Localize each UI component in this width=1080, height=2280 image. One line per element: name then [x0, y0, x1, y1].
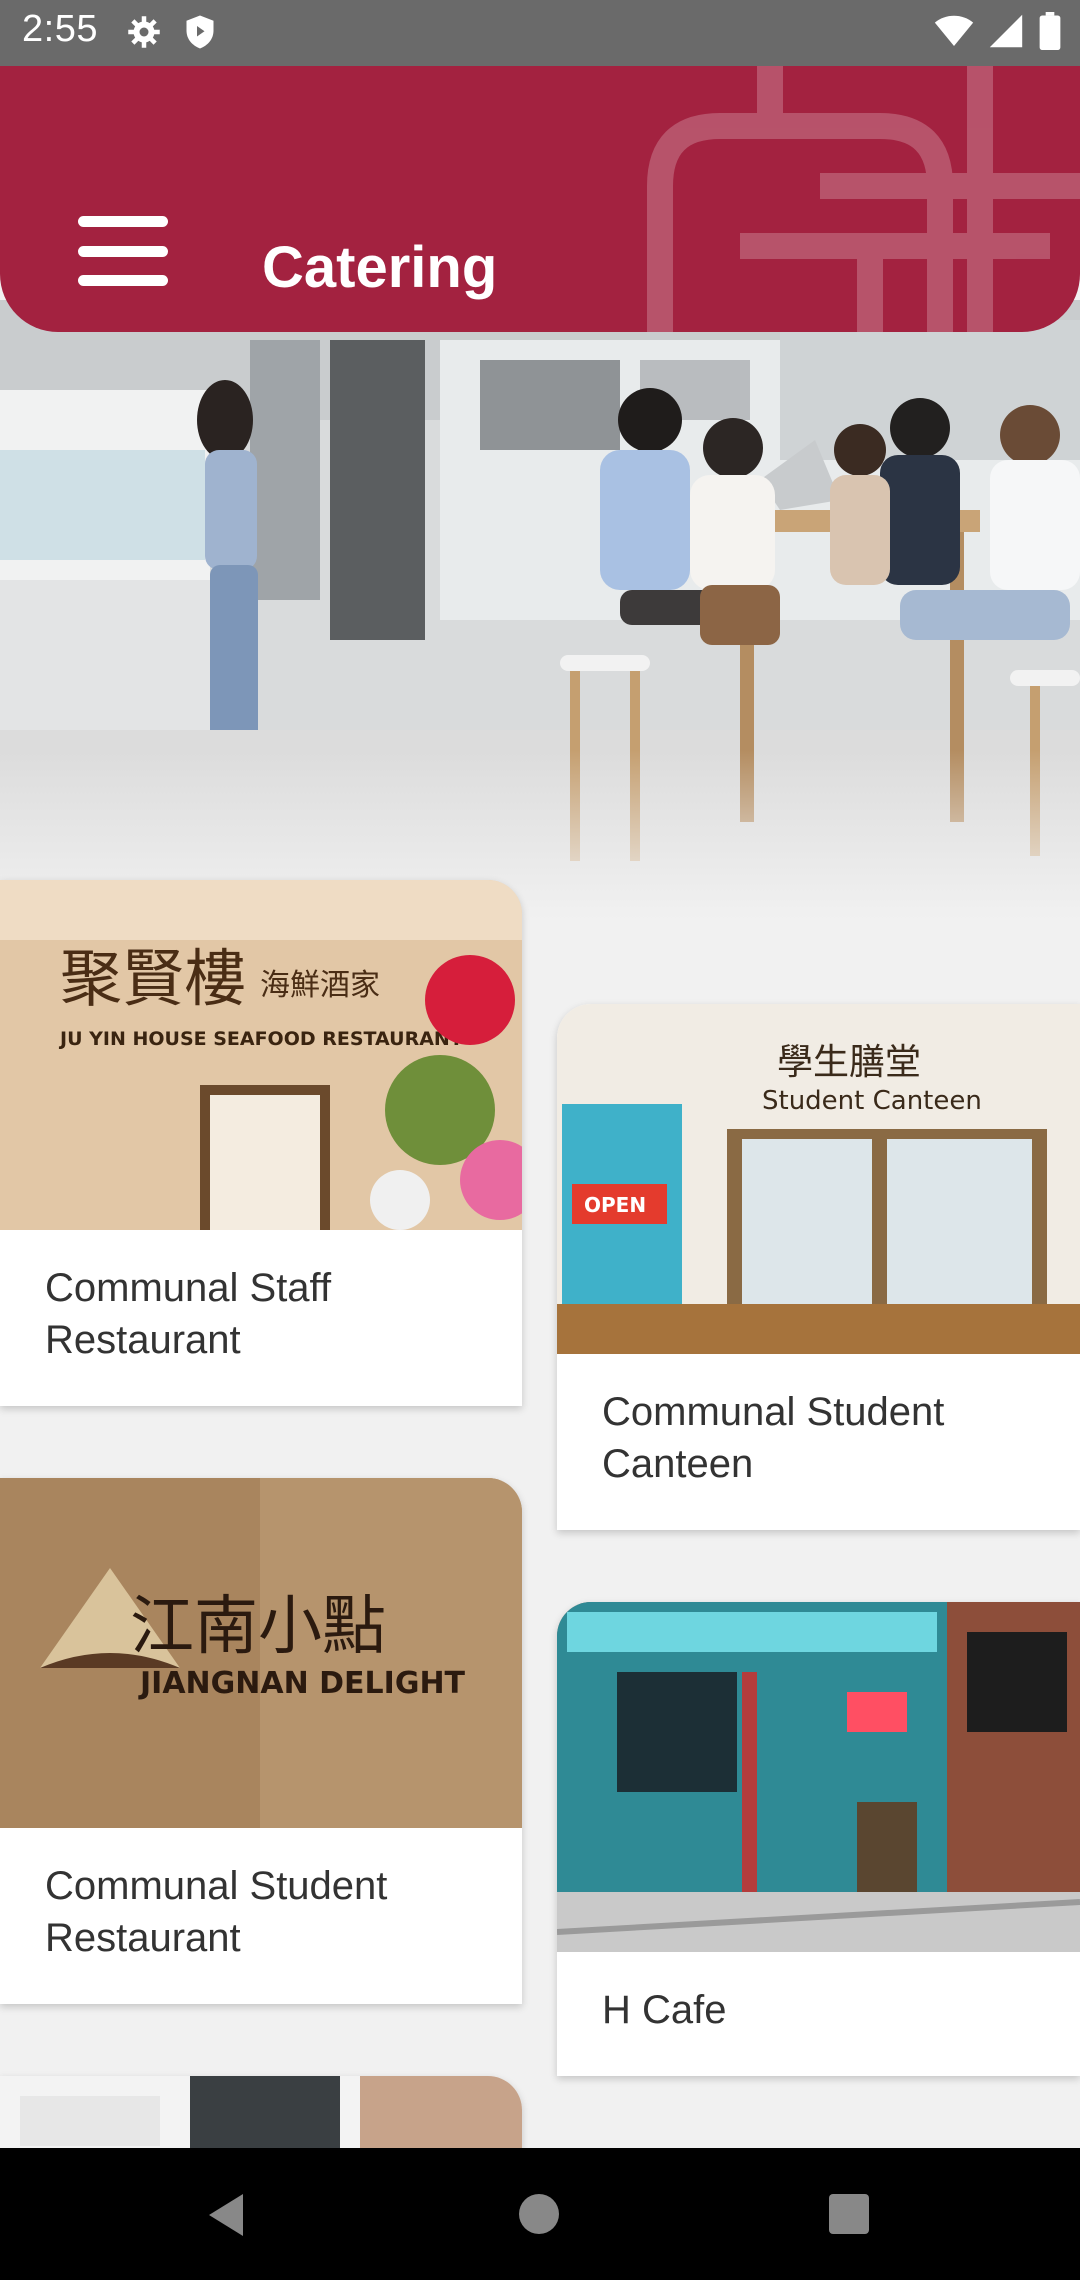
home-circle-icon[interactable]	[519, 2194, 559, 2234]
restaurant-name: Communal Student Restaurant	[45, 1864, 388, 1960]
brand-pattern-icon	[647, 66, 1080, 332]
recents-square-icon[interactable]	[829, 2194, 869, 2234]
restaurant-name: Communal Staff Restaurant	[45, 1266, 332, 1362]
page-title: Catering	[262, 235, 498, 300]
restaurant-card-partial[interactable]	[0, 2076, 522, 2156]
restaurant-card-student-restaurant[interactable]: 江南小點 JIANGNAN DELIGHT Communal Student R…	[0, 1478, 522, 2004]
shield-icon	[186, 15, 214, 49]
restaurant-image	[557, 1602, 1080, 1952]
svg-text:江南小點: 江南小點	[130, 1590, 386, 1664]
svg-text:JU YIN HOUSE SEAFOOD RESTAURAN: JU YIN HOUSE SEAFOOD RESTAURANT	[58, 1028, 463, 1050]
svg-text:OPEN: OPEN	[584, 1193, 646, 1217]
signal-icon	[989, 14, 1023, 48]
restaurant-image	[0, 2076, 522, 2156]
svg-text:學生膳堂: 學生膳堂	[777, 1042, 921, 1083]
restaurant-image: 江南小點 JIANGNAN DELIGHT	[0, 1478, 522, 1828]
restaurant-name: Communal Student Canteen	[602, 1390, 945, 1486]
status-time: 2:55	[22, 8, 98, 50]
svg-text:海鮮酒家: 海鮮酒家	[260, 968, 380, 1003]
settings-icon	[128, 16, 160, 48]
battery-icon	[1039, 12, 1061, 50]
status-bar: 2:55	[0, 0, 1080, 66]
app-bar: Catering	[0, 66, 1080, 332]
system-nav-bar	[0, 2148, 1080, 2280]
svg-text:聚賢樓: 聚賢樓	[60, 942, 246, 1015]
svg-text:Student Canteen: Student Canteen	[762, 1086, 982, 1116]
restaurant-card-staff[interactable]: 聚賢樓 海鮮酒家 JU YIN HOUSE SEAFOOD RESTAURANT…	[0, 880, 522, 1406]
restaurant-card-canteen[interactable]: 學生膳堂 Student Canteen OPEN Communal Stude…	[557, 1004, 1080, 1530]
restaurant-name: H Cafe	[602, 1988, 727, 2032]
wifi-icon	[934, 15, 974, 46]
svg-text:JIANGNAN DELIGHT: JIANGNAN DELIGHT	[138, 1666, 466, 1701]
restaurant-card-h-cafe[interactable]: H Cafe	[557, 1602, 1080, 2076]
hero-image	[0, 300, 1080, 920]
restaurant-image: 聚賢樓 海鮮酒家 JU YIN HOUSE SEAFOOD RESTAURANT	[0, 880, 522, 1230]
back-triangle-icon[interactable]	[203, 2190, 249, 2240]
hamburger-menu-icon[interactable]	[78, 216, 168, 286]
restaurant-image: 學生膳堂 Student Canteen OPEN	[557, 1004, 1080, 1354]
